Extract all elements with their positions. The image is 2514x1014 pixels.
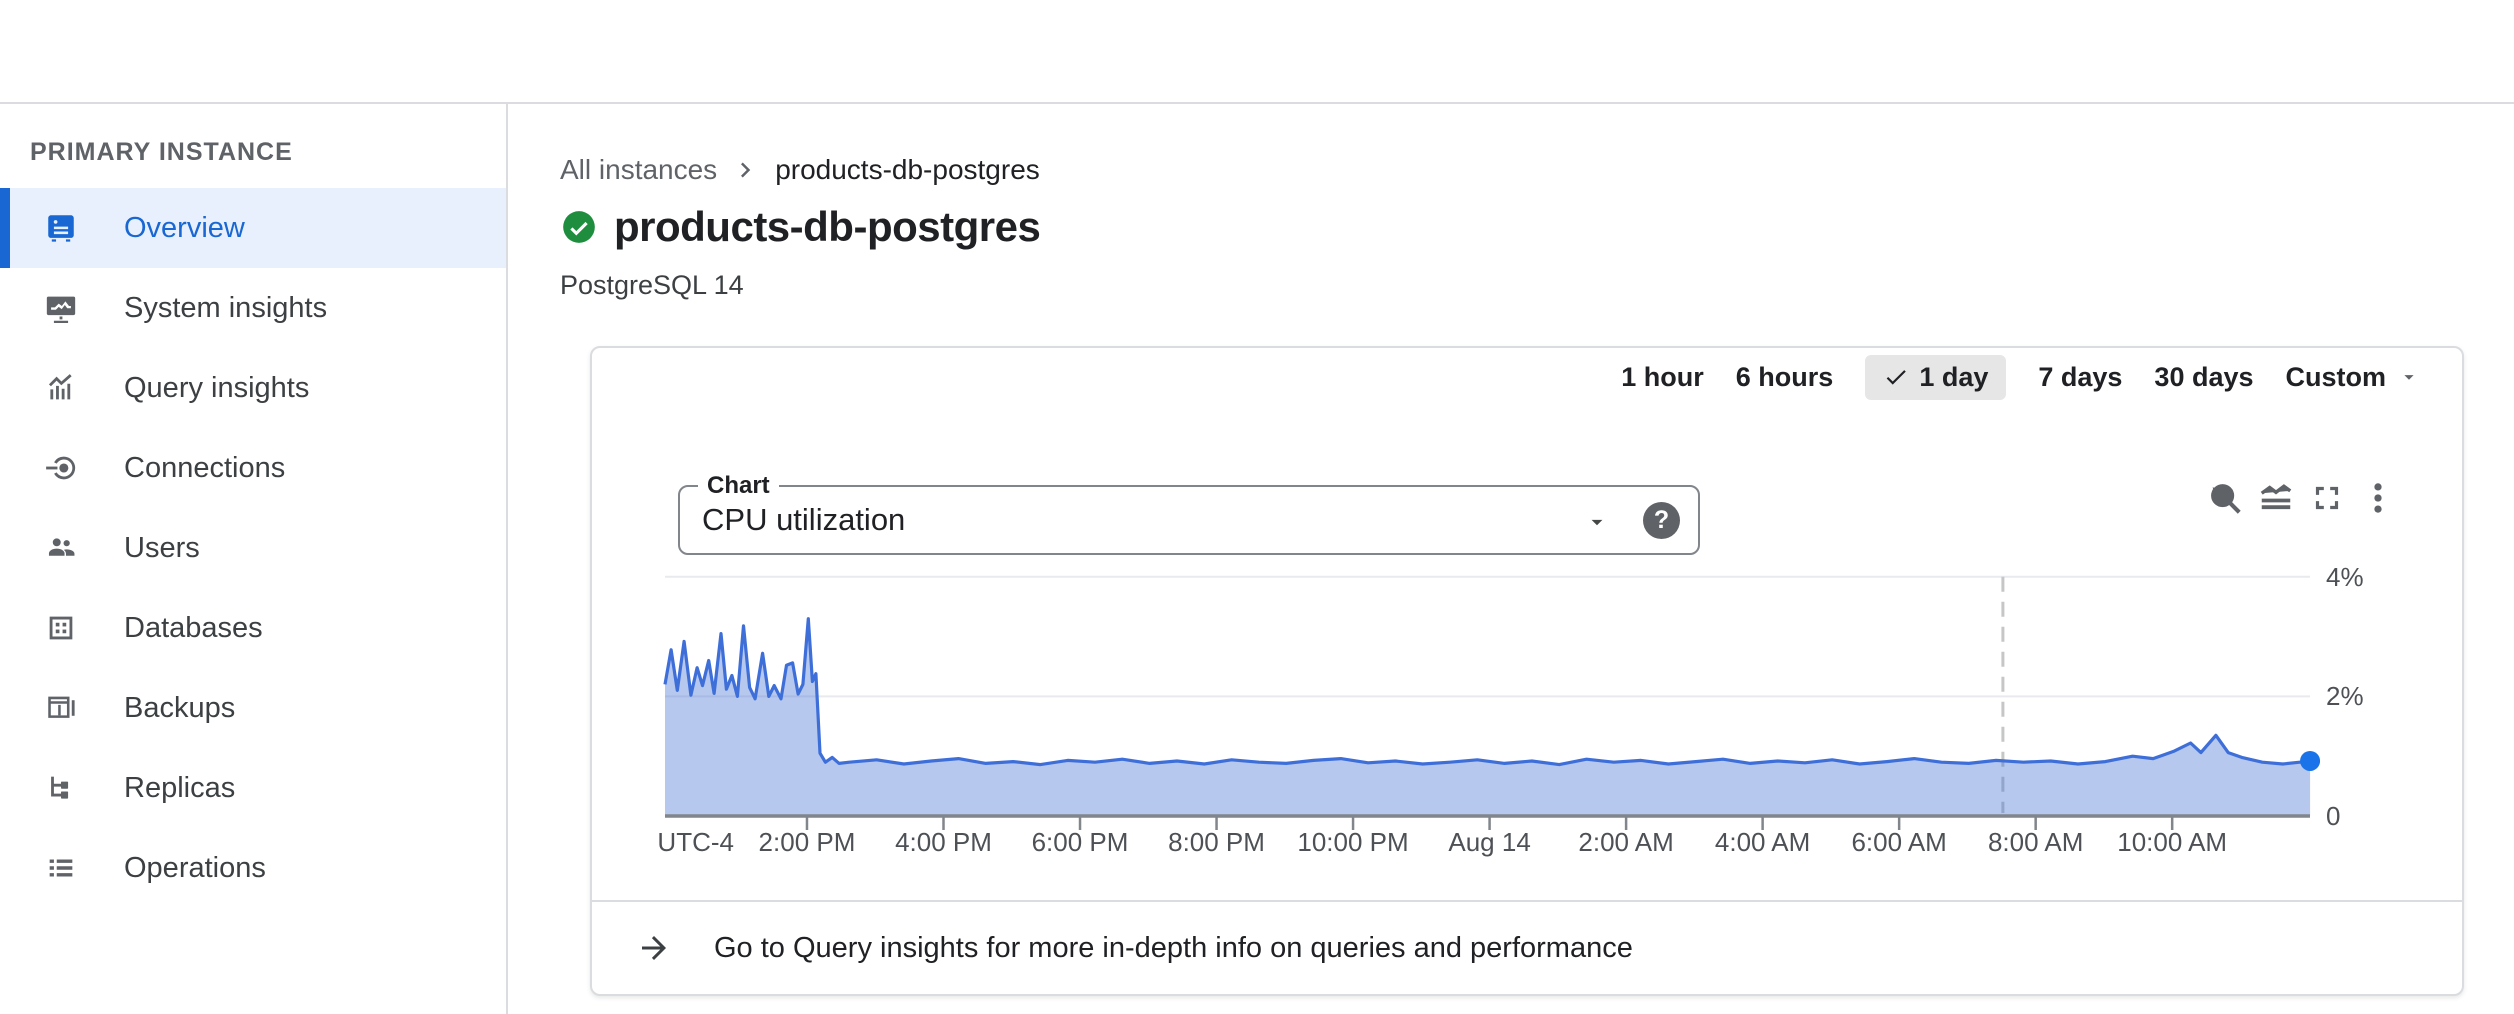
operations-icon — [44, 851, 78, 885]
time-range-7-days[interactable]: 7 days — [2038, 362, 2122, 393]
time-range-1-hour[interactable]: 1 hour — [1621, 362, 1704, 393]
select-dropdown-icon — [1584, 509, 1610, 540]
sidebar-item-label: Connections — [124, 452, 285, 485]
sidebar-item-backups[interactable]: Backups — [0, 668, 506, 748]
check-icon — [1883, 364, 1909, 390]
breadcrumb: All instances products-db-postgres — [560, 152, 1040, 188]
sidebar-item-label: Query insights — [124, 372, 309, 405]
sidebar-item-label: System insights — [124, 292, 327, 325]
chart-metric-select[interactable]: Chart CPU utilization ? — [678, 485, 1700, 555]
fullscreen-icon[interactable] — [2308, 479, 2346, 517]
replicas-icon — [44, 771, 78, 805]
time-range-6-hours[interactable]: 6 hours — [1736, 362, 1834, 393]
connections-icon — [44, 451, 78, 485]
time-range-selector: 1 hour 6 hours 1 day 7 days 30 days Cust… — [1650, 354, 2420, 400]
cloud-sql-console: SQL Overview EDIT IMPORT EXPORT RESTART … — [0, 0, 2514, 1014]
zoom-reset-icon[interactable] — [2206, 479, 2244, 517]
sidebar-item-users[interactable]: Users — [0, 508, 506, 588]
sidebar-item-label: Backups — [124, 692, 235, 725]
banner-text: Go to Query insights for more in-depth i… — [714, 932, 1633, 965]
metrics-card — [590, 346, 2464, 996]
sidebar-section-title: PRIMARY INSTANCE — [30, 138, 293, 167]
sidebar-item-label: Overview — [124, 212, 245, 245]
query-insights-icon — [44, 371, 78, 405]
dropdown-arrow-icon — [2398, 366, 2420, 388]
chart-metric-value: CPU utilization — [702, 487, 905, 553]
query-insights-banner[interactable]: Go to Query insights for more in-depth i… — [592, 900, 2462, 994]
sidebar-item-query-insights[interactable]: Query insights — [0, 348, 506, 428]
more-options-kebab-icon[interactable] — [2359, 479, 2397, 517]
backups-icon — [44, 691, 78, 725]
instance-name: products-db-postgres — [614, 203, 1040, 251]
breadcrumb-all-instances[interactable]: All instances — [560, 154, 717, 186]
users-icon — [44, 531, 78, 565]
time-range-30-days[interactable]: 30 days — [2154, 362, 2253, 393]
sidebar-item-databases[interactable]: Databases — [0, 588, 506, 668]
breadcrumb-current: products-db-postgres — [775, 154, 1040, 186]
time-range-1-day-label: 1 day — [1919, 362, 1988, 393]
sidebar-divider — [506, 0, 508, 1014]
sidebar-item-label: Users — [124, 532, 200, 565]
status-healthy-icon — [560, 208, 598, 246]
sidebar-item-operations[interactable]: Operations — [0, 828, 506, 908]
sidebar-item-label: Operations — [124, 852, 266, 885]
chart-toolbar — [2206, 476, 2406, 520]
arrow-right-icon — [636, 930, 672, 966]
sidebar-item-label: Databases — [124, 612, 263, 645]
sidebar-item-system-insights[interactable]: System insights — [0, 268, 506, 348]
area-chart-icon[interactable] — [2257, 479, 2295, 517]
time-range-custom-label: Custom — [2286, 362, 2387, 393]
databases-icon — [44, 611, 78, 645]
system-insights-icon — [44, 291, 78, 325]
sidebar-item-overview[interactable]: Overview — [0, 188, 506, 268]
sidebar-item-connections[interactable]: Connections — [0, 428, 506, 508]
instance-title-row: products-db-postgres — [560, 203, 1040, 251]
sidebar-item-label: Replicas — [124, 772, 235, 805]
sidebar-item-replicas[interactable]: Replicas — [0, 748, 506, 828]
time-range-custom[interactable]: Custom — [2286, 362, 2421, 393]
chevron-right-icon — [731, 155, 761, 185]
instance-engine: PostgreSQL 14 — [560, 270, 744, 301]
app-header — [0, 0, 2514, 104]
time-range-1-day-selected[interactable]: 1 day — [1865, 355, 2006, 400]
overview-icon — [44, 211, 78, 245]
help-icon[interactable]: ? — [1643, 502, 1680, 539]
